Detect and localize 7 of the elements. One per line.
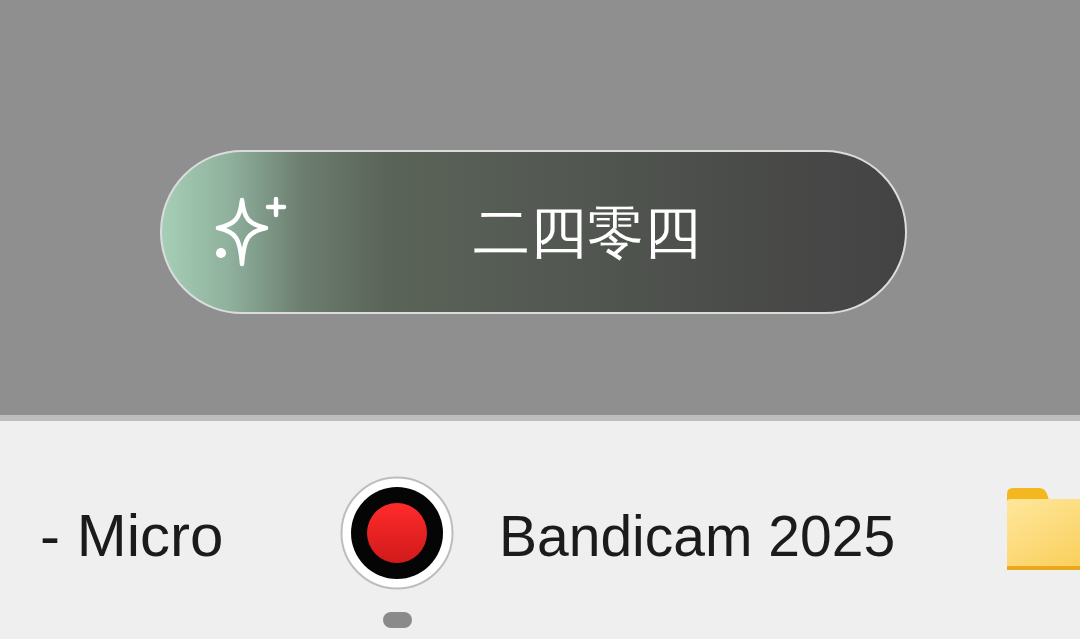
folder-icon [1007,488,1080,570]
sparkle-button[interactable]: 二四零四 [160,150,907,314]
taskbar-button[interactable]: - Micro [40,504,224,568]
sparkle-icon [214,196,288,268]
folder-taskbar-button[interactable] [1007,488,1080,570]
record-icon [340,476,454,590]
taskbar-button[interactable]: Bandicam 2025 [340,476,896,628]
